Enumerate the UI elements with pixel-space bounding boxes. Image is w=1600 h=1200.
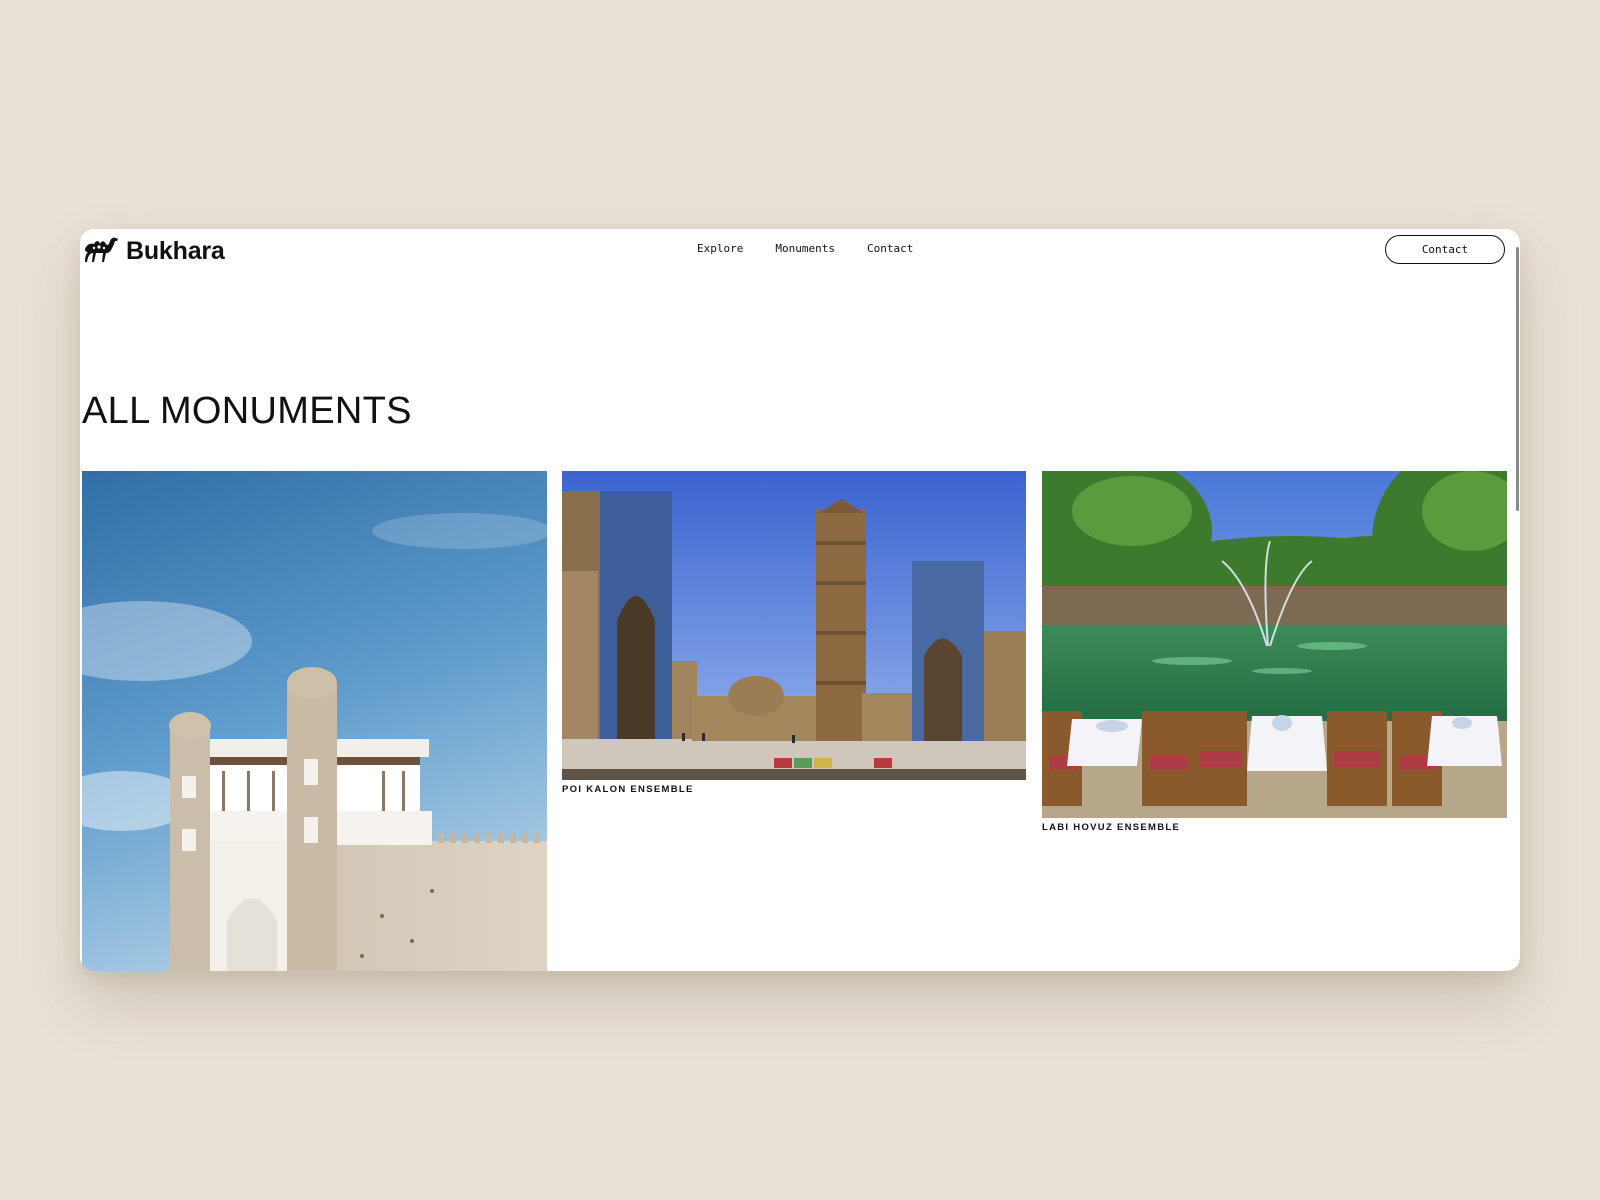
monument-card-labi-hovuz[interactable]: LABI HOVUZ ENSEMBLE [1042, 471, 1507, 833]
poi-kalon-photo [562, 471, 1026, 780]
monument-label: POI KALON ENSEMBLE [562, 784, 694, 795]
nav-link-explore[interactable]: Explore [697, 242, 743, 255]
scrollbar-thumb[interactable] [1516, 247, 1519, 511]
nav-link-monuments[interactable]: Monuments [775, 242, 835, 255]
nav-link-contact[interactable]: Contact [867, 242, 913, 255]
contact-button[interactable]: Contact [1385, 235, 1505, 264]
browser-window: Bukhara Explore Monuments Contact Contac… [80, 229, 1520, 971]
nav-links: Explore Monuments Contact [697, 242, 913, 255]
page-title: ALL MONUMENTS [82, 390, 412, 432]
ark-fortress-photo [82, 471, 547, 971]
brand-link[interactable]: Bukhara [82, 235, 225, 267]
camel-icon [85, 237, 118, 262]
monument-label: LABI HOVUZ ENSEMBLE [1042, 822, 1181, 833]
monument-card-poi-kalon[interactable]: POI KALON ENSEMBLE [562, 471, 1026, 795]
labi-hovuz-photo [1042, 471, 1507, 818]
monument-card-ark[interactable] [82, 471, 547, 971]
brand-name: Bukhara [126, 236, 225, 265]
top-navigation: Bukhara Explore Monuments Contact Contac… [80, 229, 1520, 271]
